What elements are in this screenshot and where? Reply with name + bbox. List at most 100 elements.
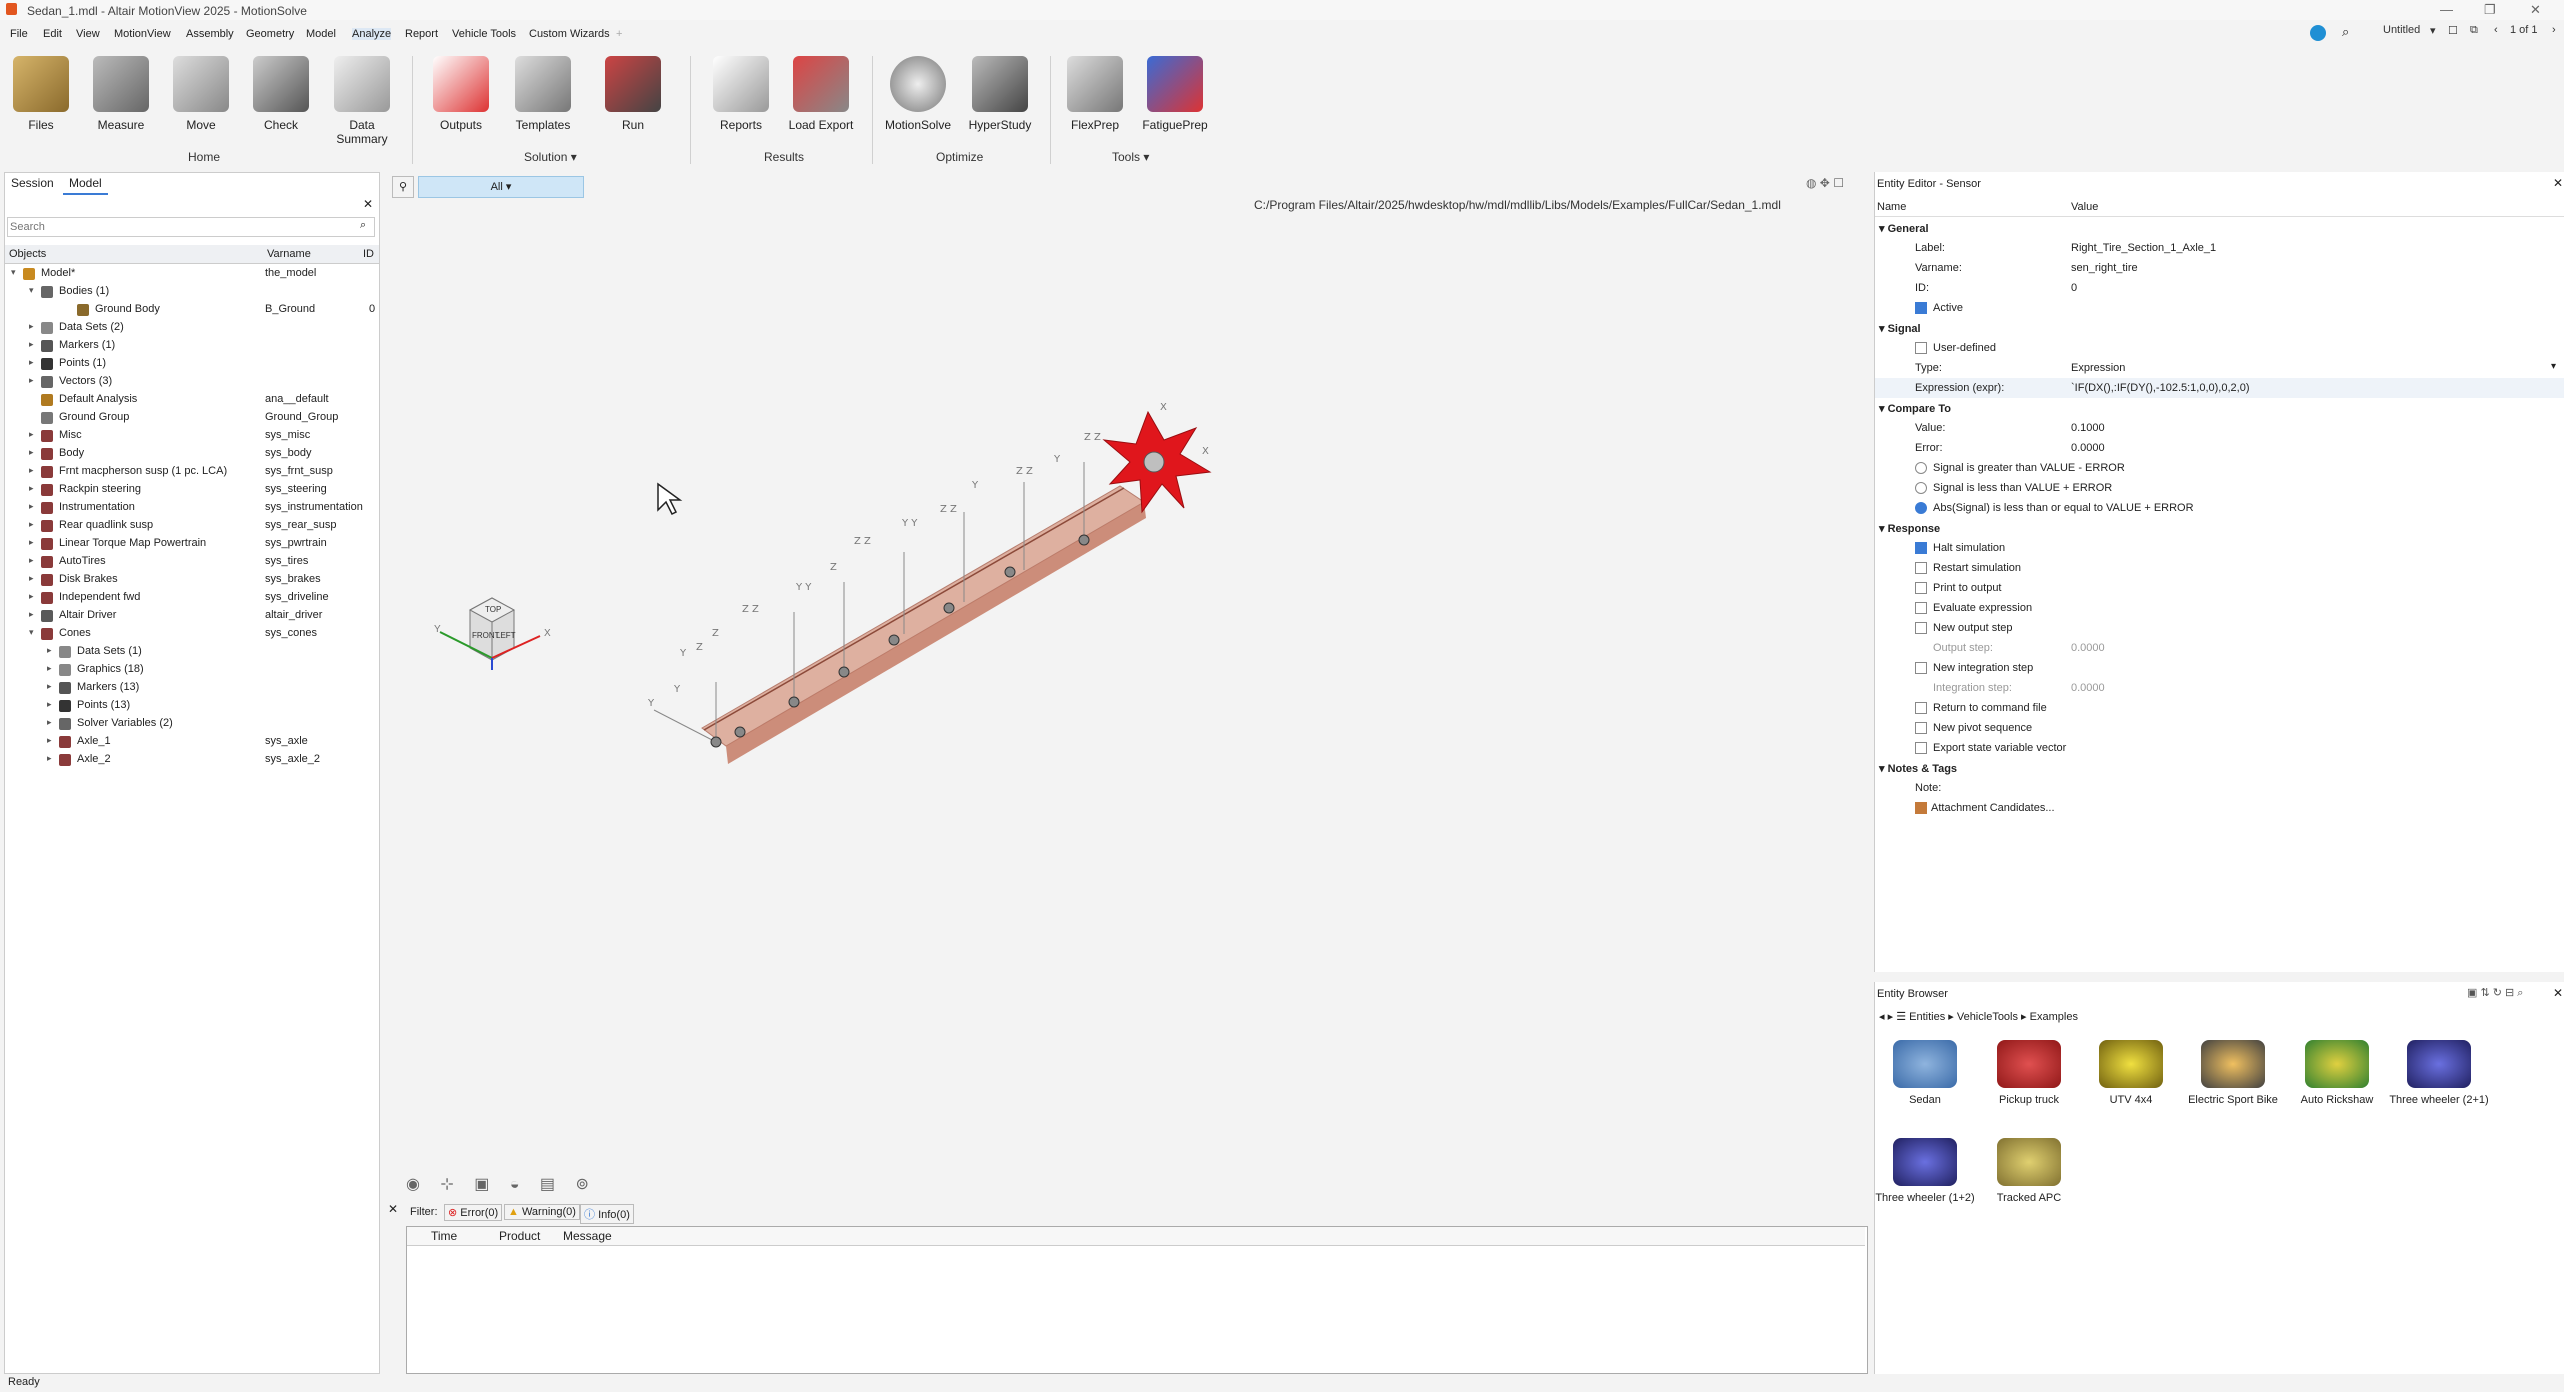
group-solution[interactable]: Solution ▾ (524, 150, 577, 164)
measure-button[interactable]: Measure (86, 56, 156, 132)
id-value[interactable]: 0 (2071, 282, 2077, 294)
evaluate-checkbox[interactable] (1915, 602, 1927, 614)
collapse-icon[interactable]: ▾ (11, 267, 16, 278)
tab-session[interactable]: Session (5, 173, 60, 193)
expand-icon[interactable]: ▸ (29, 609, 34, 620)
col-message[interactable]: Message (563, 1229, 612, 1243)
print-checkbox[interactable] (1915, 582, 1927, 594)
expand-icon[interactable]: ▸ (29, 501, 34, 512)
expand-icon[interactable]: ▸ (29, 555, 34, 566)
tree-item[interactable]: ▸ Linear Torque Map Powertrain sys_pwrtrai… (5, 535, 379, 553)
filter-info[interactable]: ⓘ Info(0) (580, 1204, 634, 1224)
tree-item[interactable]: ▾ Bodies (1) (5, 283, 379, 301)
tree-item[interactable]: ▸ AutoTires sys_tires (5, 553, 379, 571)
type-dropdown[interactable]: Expression (2071, 362, 2125, 374)
compare-error[interactable]: 0.0000 (2071, 442, 2105, 454)
view-cube-top-label[interactable]: TOP (485, 605, 501, 614)
expand-icon[interactable]: ▸ (29, 519, 34, 530)
tree-item[interactable]: ▸ Points (13) (5, 697, 379, 715)
hyperstudy-button[interactable]: HyperStudy (962, 56, 1038, 132)
tree-item[interactable]: ▸ Data Sets (2) (5, 319, 379, 337)
browser-toolbar-icons[interactable]: ▣ ⇅ ↻ ⊟ ⌕ (2467, 986, 2523, 1000)
next-page-icon[interactable]: › (2552, 24, 2556, 36)
view-toolbar[interactable]: ◉ ⊹ ▣ ◒ ▤ ⊚ (406, 1174, 597, 1194)
expand-icon[interactable]: ▸ (29, 465, 34, 476)
tree-item[interactable]: ▸ Points (1) (5, 355, 379, 373)
close-window-button[interactable]: ✕ (2530, 2, 2541, 18)
crumb-entities[interactable]: Entities (1909, 1011, 1945, 1023)
col-product[interactable]: Product (499, 1229, 540, 1243)
load-export-button[interactable]: Load Export (786, 56, 856, 132)
search-input[interactable] (8, 218, 352, 236)
new-integration-checkbox[interactable] (1915, 662, 1927, 674)
close-icon[interactable]: ✕ (363, 197, 373, 211)
run-button[interactable]: Run (598, 56, 668, 132)
menu-vehicle-tools[interactable]: Vehicle Tools (452, 28, 516, 40)
tree-item[interactable]: ▸ Misc sys_misc (5, 427, 379, 445)
expand-icon[interactable]: ▸ (47, 645, 52, 656)
axle-bars[interactable] (701, 485, 1146, 764)
collapse-icon[interactable]: ▾ (29, 627, 34, 638)
tree-item[interactable]: ▸ Independent fwd sys_driveline (5, 589, 379, 607)
halt-checkbox[interactable] (1915, 542, 1927, 554)
vehicle-sport-bike[interactable]: Electric Sport Bike (2183, 1040, 2283, 1106)
expand-icon[interactable]: ▸ (47, 663, 52, 674)
window-icon[interactable]: ☐ (2448, 24, 2458, 37)
tree-item[interactable]: ▸ Markers (13) (5, 679, 379, 697)
vehicle-pickup[interactable]: Pickup truck (1979, 1040, 2079, 1106)
col-objects[interactable]: Objects (9, 248, 46, 260)
tree-item[interactable]: ▾ Cones sys_cones (5, 625, 379, 643)
vehicle-utv[interactable]: UTV 4x4 (2081, 1040, 2181, 1106)
close-icon[interactable]: ✕ (2553, 176, 2563, 190)
close-icon[interactable]: ✕ (2553, 986, 2563, 1000)
expand-icon[interactable]: ▸ (29, 573, 34, 584)
radio-greater[interactable] (1915, 462, 1927, 474)
tree-item[interactable]: Ground Group Ground_Group (5, 409, 379, 427)
tree-item[interactable]: ▸ Rear quadlink susp sys_rear_susp (5, 517, 379, 535)
return-checkbox[interactable] (1915, 702, 1927, 714)
maximize-button[interactable]: ❐ (2484, 2, 2496, 18)
tab-model[interactable]: Model (63, 173, 108, 195)
tree-item[interactable]: ▸ Body sys_body (5, 445, 379, 463)
expand-icon[interactable]: ▸ (29, 321, 34, 332)
expand-icon[interactable]: ▸ (29, 429, 34, 440)
prev-page-icon[interactable]: ‹ (2494, 24, 2498, 36)
reports-button[interactable]: Reports (706, 56, 776, 132)
view-cube[interactable]: TOP FRONT LEFT Y X (434, 597, 551, 670)
templates-button[interactable]: Templates (508, 56, 578, 132)
forward-icon[interactable]: ▸ (1888, 1011, 1894, 1023)
minimize-button[interactable]: — (2440, 2, 2453, 17)
menu-model[interactable]: Model (306, 28, 336, 40)
chevron-down-icon[interactable]: ▾ (2551, 361, 2556, 372)
expand-icon[interactable]: ▸ (29, 591, 34, 602)
section-signal[interactable]: ▾ Signal (1875, 318, 2564, 338)
expand-icon[interactable]: ▸ (29, 357, 34, 368)
view-cube-left-label[interactable]: LEFT (496, 631, 516, 640)
expand-icon[interactable]: ▸ (29, 483, 34, 494)
model-graphics[interactable]: YYY ZZZ Z Y YZZ Z Y YZ ZY Z ZYZ Z XX TOP (384, 172, 1864, 1192)
menu-analyze[interactable]: Analyze (352, 28, 392, 40)
graphics-viewport[interactable]: ⚲ All ▾ ◍ ✥ ☐ C:/Program Files/Altair/20… (384, 172, 1864, 1202)
vehicle-three-wheeler-1-2[interactable]: Three wheeler (1+2) (1875, 1138, 1975, 1204)
filter-warning[interactable]: ▲ Warning(0) (504, 1204, 580, 1220)
expression-field[interactable]: `IF(DX(),:IF(DY(),-102.5:1,0,0),0,2,0) (2071, 382, 2249, 394)
export-state-checkbox[interactable] (1915, 742, 1927, 754)
user-defined-checkbox[interactable] (1915, 342, 1927, 354)
crumb-vehicletools[interactable]: VehicleTools (1957, 1011, 2018, 1023)
tree-item[interactable]: ▸ Frnt macpherson susp (1 pc. LCA) sys_frn… (5, 463, 379, 481)
chevron-down-icon[interactable]: ▾ (2430, 24, 2436, 37)
radio-abs[interactable] (1915, 502, 1927, 514)
tree-item[interactable]: Default Analysis ana__default (5, 391, 379, 409)
vehicle-sedan[interactable]: Sedan (1875, 1040, 1975, 1106)
files-button[interactable]: Files (6, 56, 76, 132)
group-tools[interactable]: Tools ▾ (1112, 150, 1149, 164)
motionsolve-button[interactable]: MotionSolve (880, 56, 956, 132)
tree-item[interactable]: ▾ Model* the_model (5, 265, 379, 283)
tree-item[interactable]: ▸ Disk Brakes sys_brakes (5, 571, 379, 589)
menu-assembly[interactable]: Assembly (186, 28, 234, 40)
pivot-checkbox[interactable] (1915, 722, 1927, 734)
add-tab-icon[interactable]: + (616, 28, 622, 40)
tree-item[interactable]: ▸ Axle_2 sys_axle_2 (5, 751, 379, 769)
data-summary-button[interactable]: Data Summary (322, 56, 402, 146)
menu-edit[interactable]: Edit (43, 28, 62, 40)
